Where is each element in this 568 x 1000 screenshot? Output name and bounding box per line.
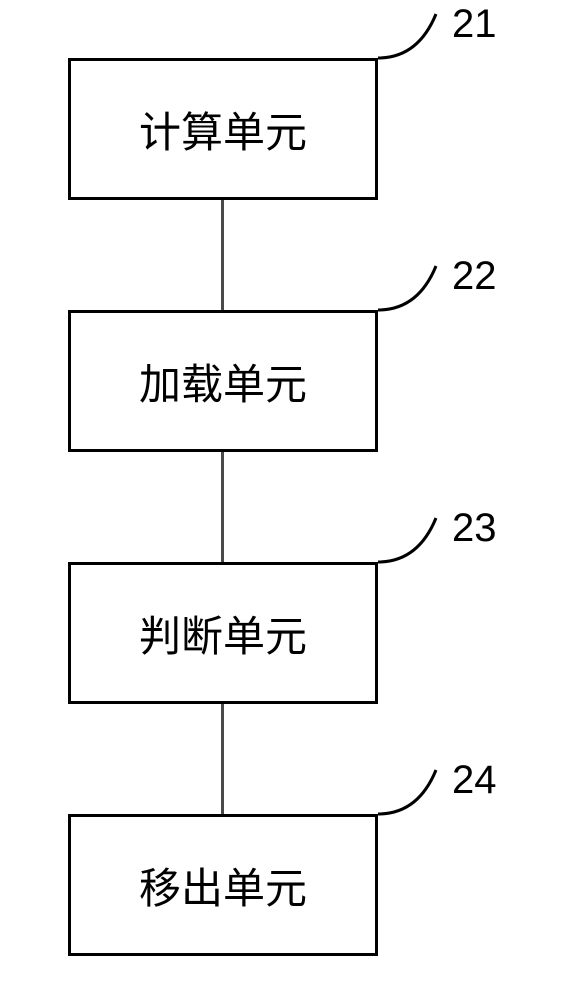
ref-label-22: 22 [452, 254, 497, 299]
ref-label-24: 24 [452, 758, 497, 803]
block-label: 加载单元 [139, 351, 307, 412]
ref-label-23: 23 [452, 506, 497, 551]
connector-line [221, 200, 224, 310]
ref-label-21: 21 [452, 2, 497, 47]
diagram-canvas: 计算单元 21 加载单元 22 判断单元 23 移出单元 24 [0, 0, 568, 1000]
block-label: 计算单元 [139, 99, 307, 160]
block-label: 移出单元 [139, 855, 307, 916]
block-calculation-unit: 计算单元 [68, 58, 378, 200]
connector-line [221, 704, 224, 814]
block-loading-unit: 加载单元 [68, 310, 378, 452]
block-removal-unit: 移出单元 [68, 814, 378, 956]
connector-line [221, 452, 224, 562]
block-judgment-unit: 判断单元 [68, 562, 378, 704]
block-label: 判断单元 [139, 603, 307, 664]
